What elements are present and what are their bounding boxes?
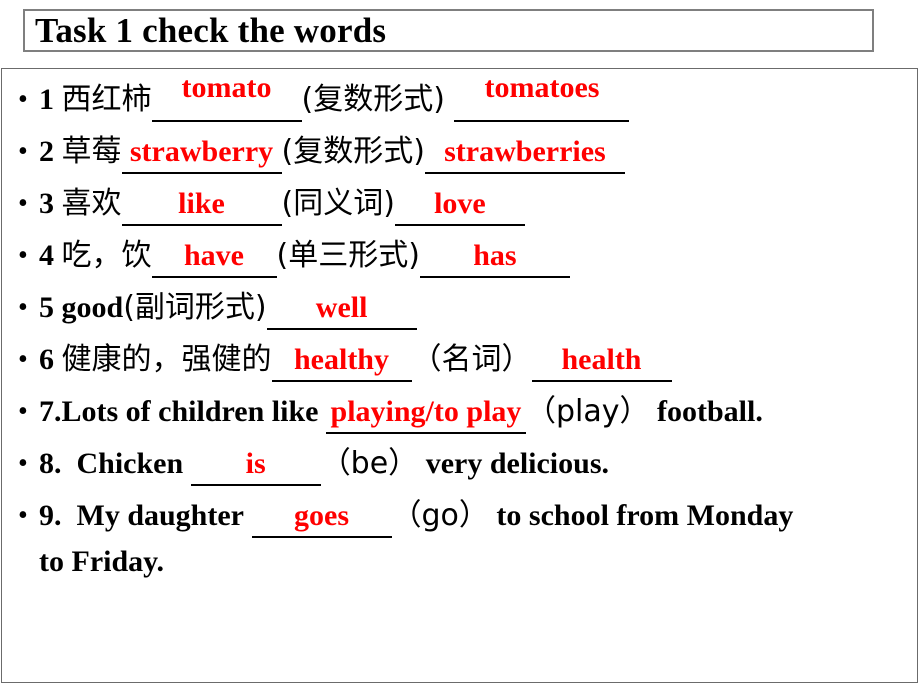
item-number: 7. <box>39 395 62 428</box>
item-3-content: 3 喜欢 like (同义词) love <box>39 181 525 227</box>
item-hint: (复数形式) <box>301 82 445 117</box>
bullet-icon: • <box>18 240 28 271</box>
item-cue: （go） <box>391 498 489 533</box>
answer-blank-3b[interactable]: love <box>394 182 525 226</box>
bullet-icon: • <box>18 84 28 115</box>
list-item: • 1 西红柿 tomato (复数形式) tomatoes <box>2 71 919 129</box>
item-prompt-cn: 草莓 <box>61 134 122 169</box>
list-item: • 6 健康的，强健的 healthy （名词） health <box>2 337 919 389</box>
sentence-after: football. <box>656 395 763 428</box>
item-number: 4 <box>39 239 54 272</box>
answer-blank-2b[interactable]: strawberries <box>424 130 625 174</box>
sentence-after: to school from Monday <box>496 499 794 532</box>
item-9-content: 9. My daughter goes （go） to school from M… <box>39 493 793 539</box>
bullet-icon: • <box>18 188 28 219</box>
bullet-icon: • <box>18 396 28 427</box>
bullet-icon: • <box>18 136 28 167</box>
item-prompt-en: good <box>61 291 124 324</box>
sentence-before: My daughter <box>76 499 245 532</box>
item-number: 5 <box>39 291 54 324</box>
item-7-content: 7.Lots of children like playing/to play （… <box>39 389 763 435</box>
item-prompt-cn: 喜欢 <box>61 186 122 221</box>
page-title: Task 1 check the words <box>35 11 387 50</box>
list-item: • 8. Chicken is （be） very delicious. <box>2 441 919 493</box>
item-number: 9. <box>39 499 62 532</box>
answer-blank-1a[interactable]: tomato <box>151 71 302 122</box>
item-hint: (复数形式) <box>281 134 425 169</box>
item-hint: (同义词) <box>281 186 395 221</box>
bullet-icon: • <box>18 500 28 531</box>
item-prompt-cn: 健康的，强健的 <box>61 342 272 377</box>
answer-blank-9[interactable]: goes <box>251 494 392 538</box>
item-8-content: 8. Chicken is （be） very delicious. <box>39 441 609 487</box>
bullet-icon: • <box>18 448 28 479</box>
item-4-content: 4 吃，饮 have (单三形式) has <box>39 233 570 279</box>
item-hint: (单三形式) <box>276 238 420 273</box>
list-item: • 5 good(副词形式) well <box>2 285 919 337</box>
answer-blank-4b[interactable]: has <box>419 234 570 278</box>
answer-blank-5[interactable]: well <box>266 286 417 330</box>
answer-blank-1b[interactable]: tomatoes <box>454 71 630 122</box>
list-item: • 3 喜欢 like (同义词) love <box>2 181 919 233</box>
item-hint: （名词） <box>411 342 532 377</box>
list-item: • 4 吃，饮 have (单三形式) has <box>2 233 919 285</box>
answer-blank-8[interactable]: is <box>190 442 321 486</box>
item-number: 1 <box>39 83 54 116</box>
answer-blank-6a[interactable]: healthy <box>271 338 412 382</box>
item-hint: (副词形式) <box>123 290 267 325</box>
answer-blank-2a[interactable]: strawberry <box>121 130 282 174</box>
slide-title-box: Task 1 check the words <box>23 9 874 52</box>
item-prompt-cn: 吃，饮 <box>61 238 152 273</box>
slide-content-box: • 1 西红柿 tomato (复数形式) tomatoes • 2 草莓 stra… <box>1 68 918 683</box>
sentence-before: Chicken <box>76 447 184 480</box>
bullet-icon: • <box>18 292 28 323</box>
list-item: • 2 草莓 strawberry (复数形式) strawberries <box>2 129 919 181</box>
item-prompt-cn: 西红柿 <box>61 82 152 117</box>
item-number: 8. <box>39 447 62 480</box>
list-item: • 7.Lots of children like playing/to pla… <box>2 389 919 441</box>
item-2-content: 2 草莓 strawberry (复数形式) strawberries <box>39 129 625 175</box>
item-1-content: 1 西红柿 tomato (复数形式) tomatoes <box>39 71 630 123</box>
item-6-content: 6 健康的，强健的 healthy （名词） health <box>39 337 672 383</box>
bullet-icon: • <box>18 344 28 375</box>
answer-blank-7[interactable]: playing/to play <box>325 390 526 434</box>
item-9-wrap-line: to Friday. <box>39 545 164 578</box>
item-number: 2 <box>39 135 54 168</box>
answer-blank-6b[interactable]: health <box>531 338 672 382</box>
answer-blank-4a[interactable]: have <box>151 234 277 278</box>
item-cue: （play） <box>525 394 650 429</box>
answer-blank-3a[interactable]: like <box>121 182 282 226</box>
sentence-before: Lots of children like <box>61 395 319 428</box>
item-number: 3 <box>39 187 54 220</box>
item-5-content: 5 good(副词形式) well <box>39 285 417 331</box>
item-cue: （be） <box>320 446 419 481</box>
sentence-after: very delicious. <box>425 447 609 480</box>
item-number: 6 <box>39 343 54 376</box>
list-item: • 9. My daughter goes （go） to school from… <box>2 493 919 597</box>
